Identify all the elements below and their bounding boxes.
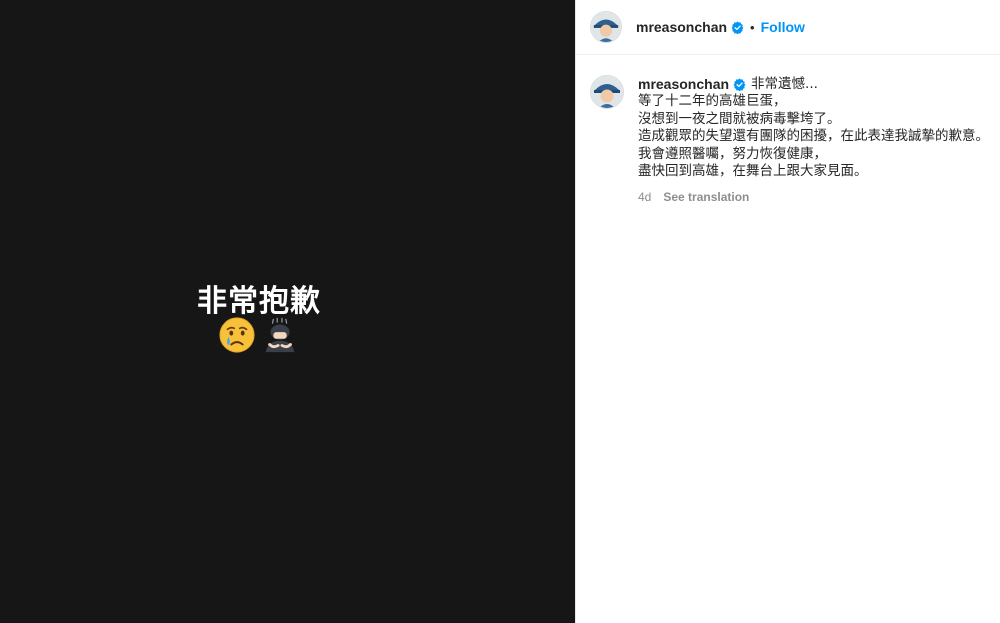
media-text: 非常抱歉 [197, 284, 321, 319]
person-bowing-icon [265, 317, 295, 353]
caption-avatar[interactable] [590, 75, 624, 109]
caption-line: 等了十二年的高雄巨蛋， [638, 93, 787, 109]
post-timestamp[interactable]: 4d [638, 190, 651, 204]
caption-body: mreasonchan 非常遺憾... 等了十二年的高雄巨蛋， 沒想到一夜之間就… [638, 75, 993, 204]
verified-badge-icon [733, 77, 746, 91]
see-translation-link[interactable]: See translation [663, 190, 749, 204]
avatar-image [591, 76, 623, 108]
caption-first-line: mreasonchan 非常遺憾... [638, 75, 993, 93]
caption-line: 沒想到一夜之間就被病毒擊垮了。 [638, 110, 841, 127]
caption-line: 盡快回到高雄，在舞台上跟大家見面。 [638, 163, 868, 179]
media-emojis [218, 316, 300, 354]
caption: mreasonchan 非常遺憾... 等了十二年的高雄巨蛋， 沒想到一夜之間就… [576, 55, 1000, 204]
caption-meta: 4d See translation [638, 190, 993, 204]
caption-text: 非常遺憾... [751, 76, 818, 92]
separator-dot: • [750, 19, 755, 35]
avatar-image [591, 12, 621, 42]
follow-button[interactable]: Follow [761, 19, 805, 35]
username[interactable]: mreasonchan [636, 19, 727, 35]
avatar[interactable] [590, 11, 622, 43]
caption-username[interactable]: mreasonchan [638, 75, 729, 93]
instagram-post: 非常抱歉 mreasonchan • Follow mreasonchan 非常… [0, 0, 1000, 623]
post-sidebar: mreasonchan • Follow mreasonchan 非常遺憾...… [575, 0, 1000, 623]
post-media[interactable]: 非常抱歉 [0, 0, 575, 623]
post-header: mreasonchan • Follow [576, 0, 1000, 55]
verified-badge-icon [731, 20, 744, 34]
caption-line: 我會遵照醫囑，努力恢復健康， [638, 145, 827, 162]
caption-line: 造成觀眾的失望還有團隊的困擾，在此表達我誠摯的歉意。 [638, 128, 989, 144]
caption-lines: 等了十二年的高雄巨蛋， 沒想到一夜之間就被病毒擊垮了。 造成觀眾的失望還有團隊的… [638, 93, 993, 181]
crying-face-icon [219, 317, 255, 353]
